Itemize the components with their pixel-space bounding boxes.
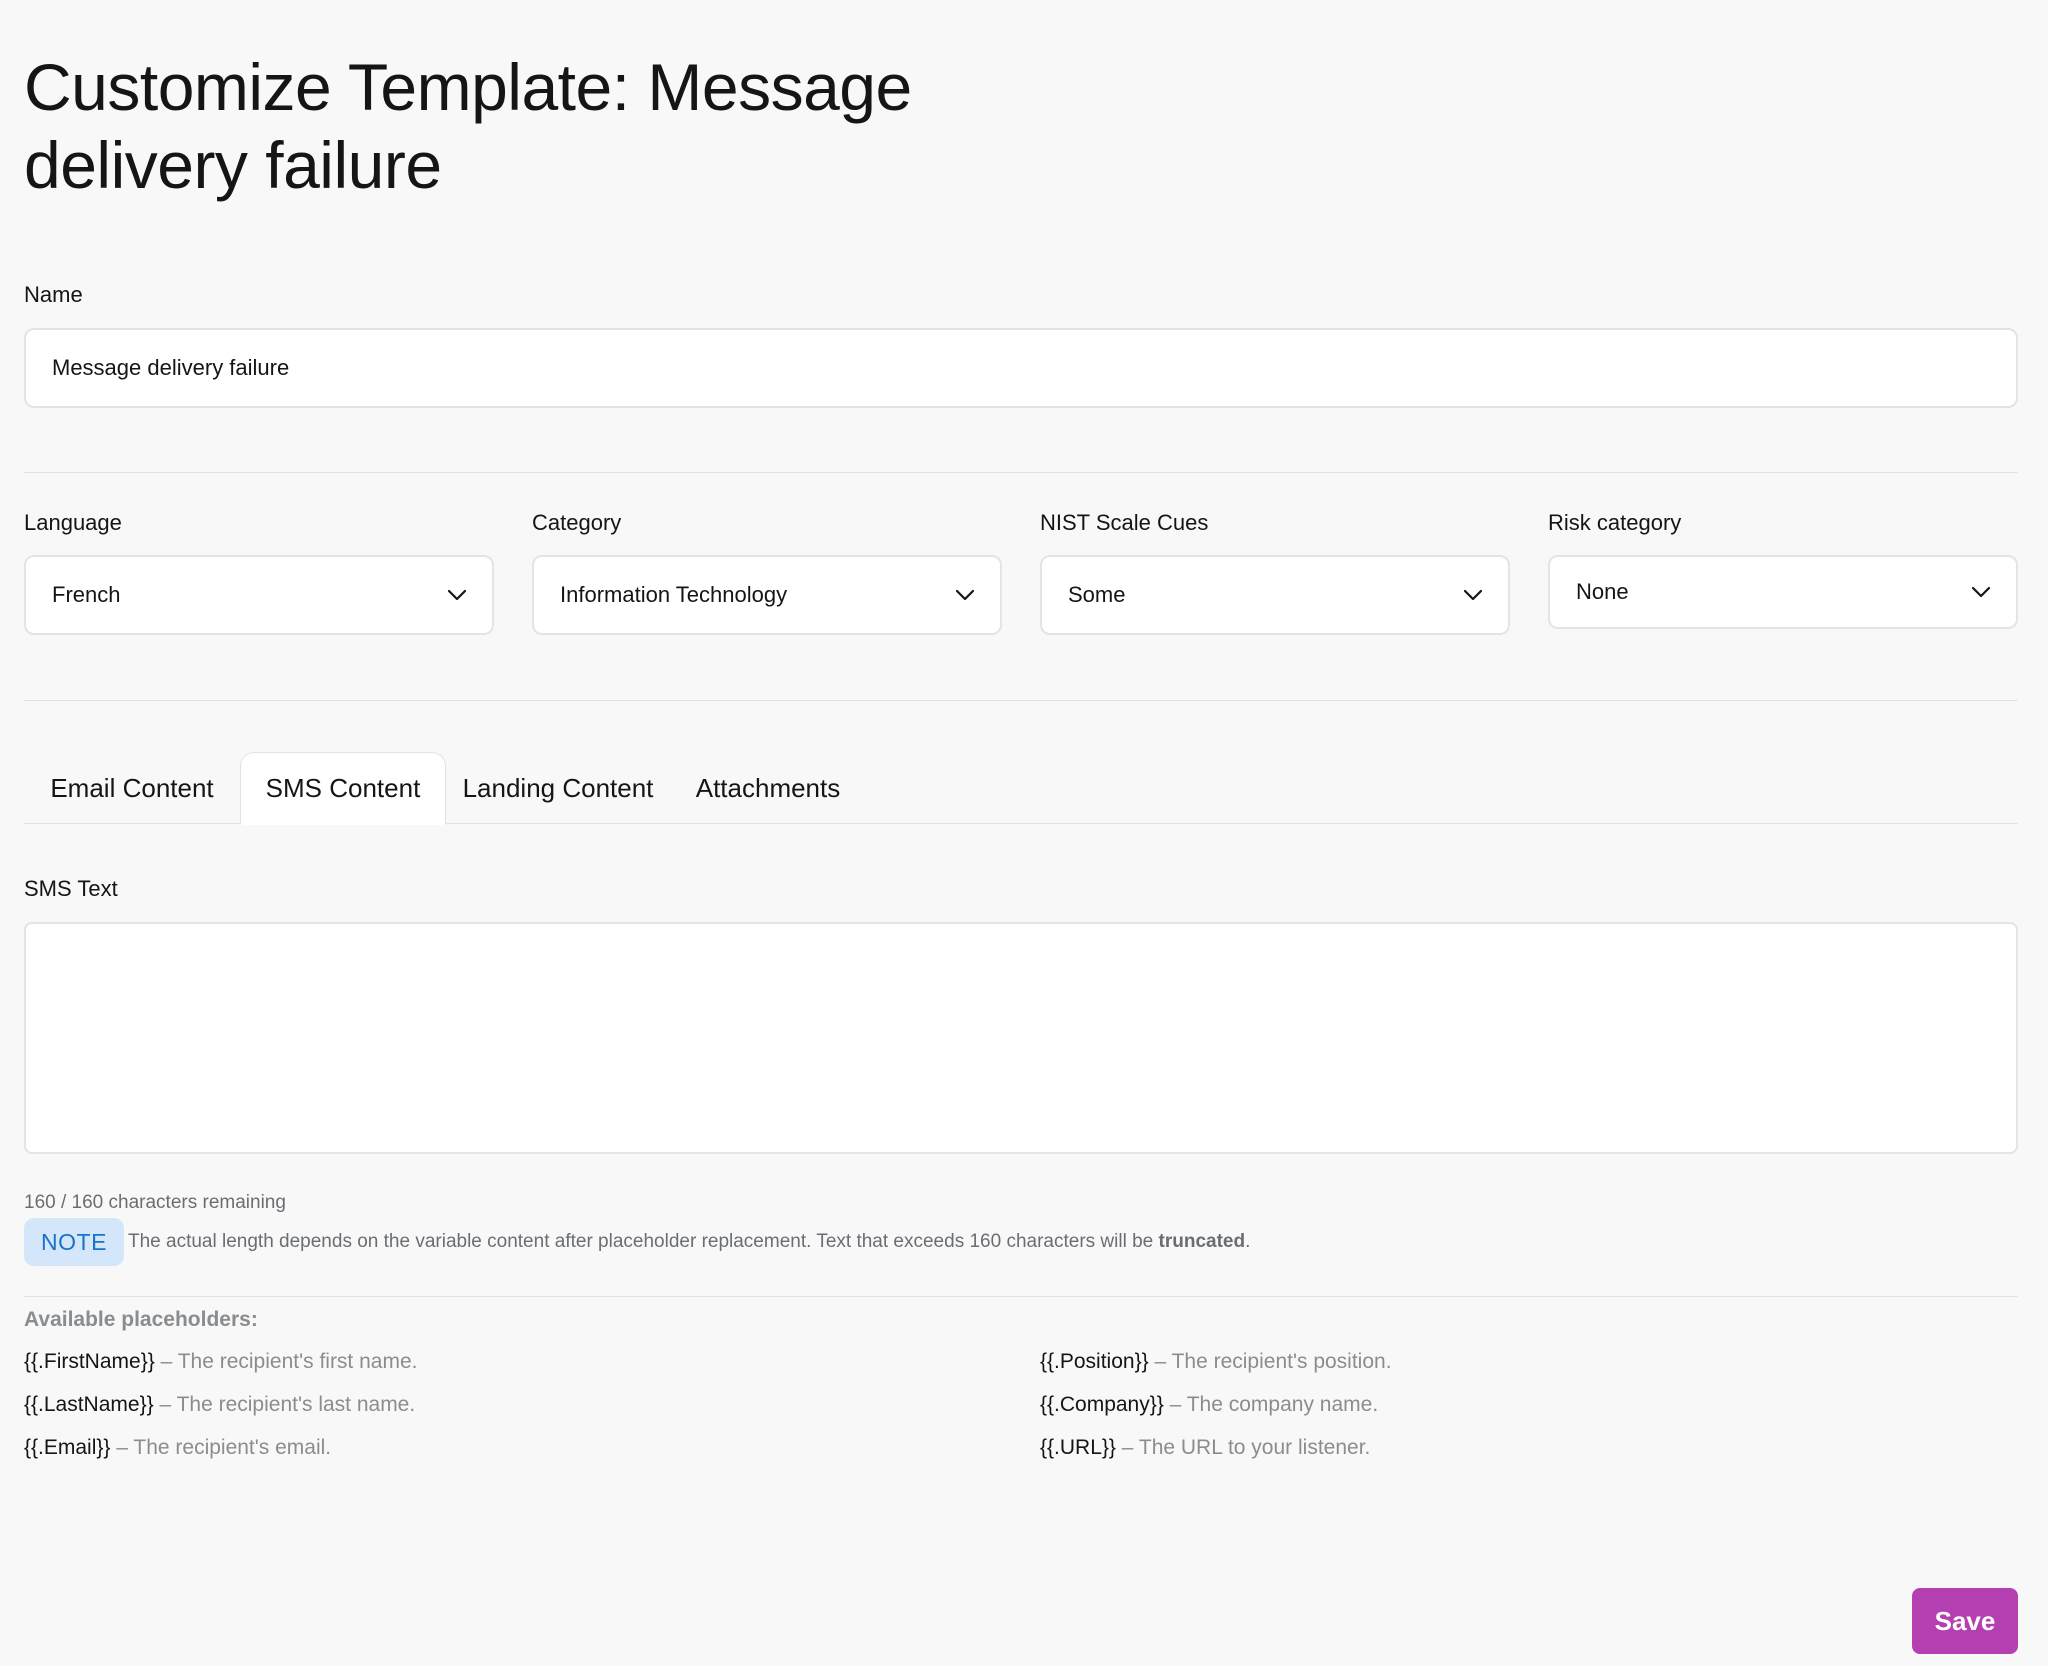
- language-label: Language: [24, 510, 122, 535]
- category-label: Category: [532, 510, 622, 535]
- placeholder-code: {{.Position}}: [1040, 1350, 1149, 1373]
- placeholder-desc: – The recipient's first name.: [154, 1350, 418, 1373]
- placeholder-desc: – The URL to your listener.: [1115, 1436, 1371, 1459]
- note-text-end: .: [1245, 1231, 1251, 1252]
- language-select[interactable]: French: [24, 555, 494, 635]
- content-tabs: Email Content SMS Content Landing Conten…: [24, 752, 2018, 825]
- sms-text-input[interactable]: [24, 922, 2018, 1154]
- placeholder-item: {{.Company}} – The company name.: [1040, 1393, 1378, 1417]
- placeholder-item: {{.Position}} – The recipient's position…: [1040, 1350, 1392, 1374]
- language-select-value: French: [52, 582, 121, 607]
- section-divider: [24, 472, 2018, 473]
- characters-remaining: 160 / 160 characters remaining: [24, 1192, 286, 1213]
- tab-sms-content[interactable]: SMS Content: [240, 752, 446, 825]
- chevron-down-icon: [954, 584, 976, 606]
- page-title: Customize Template: Message delivery fai…: [24, 50, 912, 202]
- placeholder-code: {{.FirstName}}: [24, 1350, 155, 1373]
- name-input-value: Message delivery failure: [52, 355, 290, 380]
- placeholder-code: {{.Company}}: [1040, 1393, 1164, 1416]
- chevron-down-icon: [1970, 581, 1992, 603]
- note-badge: NOTE: [24, 1218, 124, 1266]
- placeholder-item: {{.LastName}} – The recipient's last nam…: [24, 1393, 415, 1417]
- section-divider: [24, 700, 2018, 701]
- placeholder-desc: – The recipient's position.: [1148, 1350, 1392, 1373]
- tab-landing-content[interactable]: Landing Content: [446, 752, 670, 824]
- sms-text-label: SMS Text: [24, 876, 118, 901]
- placeholder-desc: – The company name.: [1163, 1393, 1379, 1416]
- placeholder-code: {{.URL}}: [1040, 1436, 1116, 1459]
- placeholder-desc: – The recipient's last name.: [153, 1393, 416, 1416]
- risk-select[interactable]: None: [1548, 555, 2018, 629]
- note-text: The actual length depends on the variabl…: [128, 1231, 1250, 1253]
- risk-select-value: None: [1576, 579, 1629, 604]
- placeholder-desc: – The recipient's email.: [110, 1436, 332, 1459]
- placeholder-item: {{.FirstName}} – The recipient's first n…: [24, 1350, 417, 1374]
- section-divider: [24, 1296, 2018, 1297]
- chevron-down-icon: [446, 584, 468, 606]
- nist-label: NIST Scale Cues: [1040, 510, 1209, 535]
- risk-label: Risk category: [1548, 510, 1682, 535]
- category-select-value: Information Technology: [560, 582, 788, 607]
- placeholders-heading: Available placeholders:: [24, 1308, 258, 1331]
- chevron-down-icon: [1462, 584, 1484, 606]
- nist-select-value: Some: [1068, 582, 1126, 607]
- save-button[interactable]: Save: [1912, 1588, 2018, 1654]
- note-text-body: The actual length depends on the variabl…: [128, 1231, 1159, 1252]
- placeholder-item: {{.URL}} – The URL to your listener.: [1040, 1436, 1370, 1460]
- note-text-bold: truncated: [1158, 1231, 1246, 1252]
- customize-template-page: Customize Template: Message delivery fai…: [0, 0, 2048, 1666]
- placeholder-item: {{.Email}} – The recipient's email.: [24, 1436, 331, 1460]
- category-select[interactable]: Information Technology: [532, 555, 1002, 635]
- tab-email-content[interactable]: Email Content: [24, 752, 240, 824]
- name-input[interactable]: Message delivery failure: [24, 328, 2018, 408]
- tab-attachments[interactable]: Attachments: [670, 752, 866, 824]
- name-label: Name: [24, 282, 83, 307]
- placeholder-code: {{.Email}}: [24, 1436, 111, 1459]
- nist-select[interactable]: Some: [1040, 555, 1510, 635]
- placeholder-code: {{.LastName}}: [24, 1393, 154, 1416]
